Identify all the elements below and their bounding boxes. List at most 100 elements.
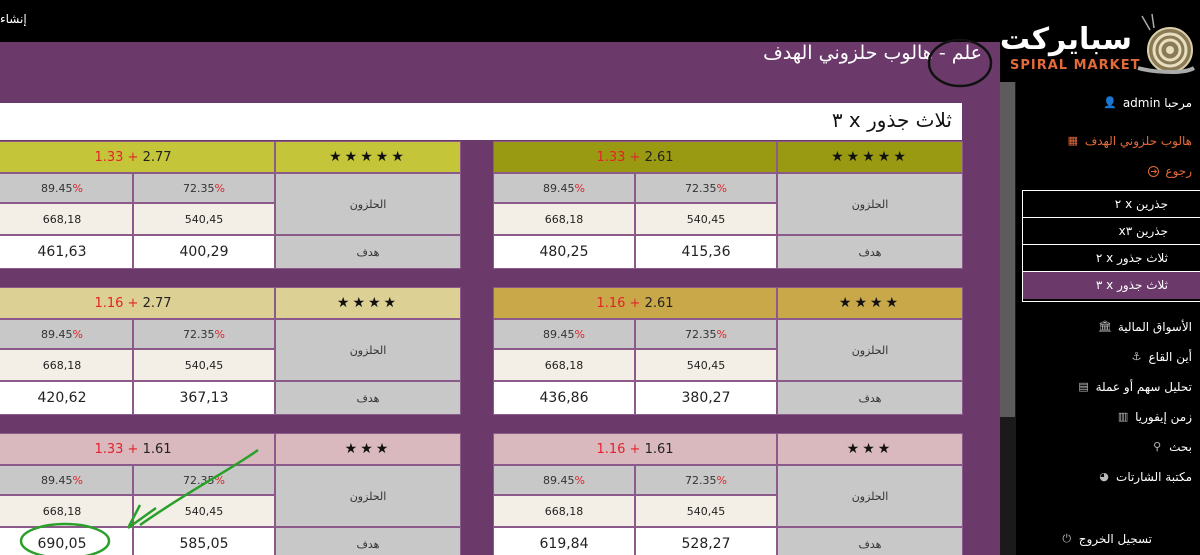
- target-value-cell: 585,05: [133, 527, 275, 555]
- spiral-label: الحلزون: [777, 173, 963, 235]
- percent-sign: %: [72, 181, 83, 195]
- target-value-cell: 480,25: [493, 235, 635, 269]
- user-icon: 👤: [1103, 96, 1117, 109]
- percent-sign: %: [574, 327, 585, 341]
- target-label-text: هدف: [356, 391, 380, 405]
- range-low: 1.33: [94, 441, 124, 457]
- menu-where-bottom[interactable]: أين القاع ⚓: [1131, 350, 1192, 364]
- target-label: هدف: [777, 381, 963, 415]
- logo[interactable]: سبايركت SPIRAL MARKET: [1000, 8, 1200, 80]
- percent-cell: 72.35%: [133, 465, 275, 495]
- level-cell: 540,45: [133, 349, 275, 381]
- star-icons: ★★★★: [336, 295, 400, 311]
- menu-euphoria-label: زمن إيفوريا: [1135, 410, 1192, 424]
- range-low: 1.33: [94, 149, 124, 165]
- spiral-label: الحلزون: [275, 465, 461, 527]
- target-label-text: هدف: [858, 537, 882, 551]
- percent-value: 72.35: [685, 473, 717, 487]
- target-value-cell: 436,86: [493, 381, 635, 415]
- percent-value: 72.35: [183, 181, 215, 195]
- target-value: 400,29: [179, 244, 229, 260]
- range-header: 1.33 + 2.77: [0, 141, 275, 173]
- percent-sign: %: [574, 473, 585, 487]
- target-value-cell: 461,63: [0, 235, 133, 269]
- target-value: 436,86: [539, 390, 589, 406]
- menu-chart-library[interactable]: مكتبة الشارتات ◕: [1098, 470, 1192, 484]
- menu-search-label: بحث: [1169, 440, 1192, 454]
- submenu-three-roots-x2[interactable]: ثلاث جذور x ٢: [1023, 245, 1200, 272]
- power-icon: ⏻: [1062, 532, 1072, 545]
- level-cell: 540,45: [133, 203, 275, 235]
- spiral-label: الحلزون: [275, 173, 461, 235]
- menu-analysis[interactable]: تحليل سهم أو عملة ▤: [1078, 380, 1192, 394]
- range-header: 1.16 + 1.61: [493, 433, 777, 465]
- menu-euphoria[interactable]: زمن إيفوريا ▥: [1117, 410, 1192, 424]
- range-low: 1.33: [596, 149, 626, 165]
- percent-value: 72.35: [685, 181, 717, 195]
- percent-cell: 89.45%: [0, 319, 133, 349]
- range-high: 2.61: [644, 295, 674, 311]
- range-low: 1.16: [596, 295, 626, 311]
- level-value: 668,18: [42, 212, 82, 226]
- target-value-cell: 415,36: [635, 235, 777, 269]
- star-icons: ★★★★★: [329, 149, 407, 165]
- welcome-label: مرحبا admin: [1122, 96, 1192, 110]
- target-label-text: هدف: [356, 245, 380, 259]
- spiral-label-text: الحلزون: [851, 343, 889, 357]
- scrollbar-thumb[interactable]: [1000, 82, 1015, 417]
- submenu-two-roots-x2[interactable]: جذرين x ٢: [1023, 191, 1200, 218]
- spiral-label-text: الحلزون: [851, 197, 889, 211]
- target-value: 415,36: [681, 244, 731, 260]
- menu-markets-label: الأسواق المالية: [1117, 320, 1192, 334]
- percent-cell: 89.45%: [0, 465, 133, 495]
- spiral-label: الحلزون: [275, 319, 461, 381]
- create-link[interactable]: إنشاء: [0, 12, 30, 26]
- menu-search[interactable]: بحث ⚲: [1151, 440, 1192, 454]
- range-high: 1.61: [142, 441, 172, 457]
- target-value: 690,05: [37, 536, 87, 552]
- back-link[interactable]: رجوع ➔: [1148, 164, 1192, 178]
- bank-icon: 🏛: [1097, 320, 1112, 333]
- target-label: هدف: [275, 527, 461, 555]
- level-value: 540,45: [184, 358, 224, 372]
- percent-cell: 72.35%: [635, 465, 777, 495]
- menu-spiral-target[interactable]: هالوب حلزوني الهدف ▦: [1067, 134, 1192, 148]
- percent-sign: %: [214, 473, 225, 487]
- calendar-icon: ▥: [1117, 410, 1129, 423]
- percent-value: 89.45: [41, 327, 73, 341]
- level-cell: 668,18: [493, 203, 635, 235]
- target-value: 619,84: [539, 536, 589, 552]
- range-high: 2.77: [142, 149, 172, 165]
- plus-sign: +: [625, 149, 645, 165]
- submenu-three-roots-x3[interactable]: ثلاث جذور x ٣: [1023, 272, 1200, 299]
- target-label-text: هدف: [858, 245, 882, 259]
- menu-financial-markets[interactable]: الأسواق المالية 🏛: [1097, 320, 1192, 334]
- range-high: 2.77: [142, 295, 172, 311]
- percent-sign: %: [72, 327, 83, 341]
- page-title: علم - هالوب حلزوني الهدف: [763, 42, 982, 64]
- target-value-cell: 400,29: [133, 235, 275, 269]
- percent-cell: 72.35%: [635, 319, 777, 349]
- submenu-two-roots-x3[interactable]: جذرين x٣: [1023, 218, 1200, 245]
- menu-library-label: مكتبة الشارتات: [1116, 470, 1192, 484]
- level-cell: 540,45: [635, 495, 777, 527]
- spiral-label-text: الحلزون: [349, 343, 387, 357]
- level-value: 668,18: [42, 504, 82, 518]
- range-header: 1.33 + 2.61: [493, 141, 777, 173]
- percent-value: 72.35: [183, 327, 215, 341]
- target-label: هدف: [777, 235, 963, 269]
- menu-logout[interactable]: تسجيل الخروج ⏻: [1061, 532, 1152, 546]
- table-icon: ▦: [1067, 134, 1079, 147]
- stars-rating: ★★★★: [777, 287, 963, 319]
- logo-english-text: SPIRAL MARKET: [1010, 58, 1141, 73]
- percent-value: 89.45: [41, 473, 73, 487]
- percent-value: 89.45: [543, 473, 575, 487]
- calculator-icon: ▤: [1078, 380, 1089, 393]
- spiral-label-text: الحلزون: [349, 489, 387, 503]
- snail-logo-icon: [1137, 13, 1195, 74]
- menu-analysis-label: تحليل سهم أو عملة: [1095, 380, 1192, 394]
- percent-cell: 72.35%: [133, 319, 275, 349]
- level-value: 540,45: [686, 212, 726, 226]
- percent-cell: 89.45%: [0, 173, 133, 203]
- plus-sign: +: [123, 149, 143, 165]
